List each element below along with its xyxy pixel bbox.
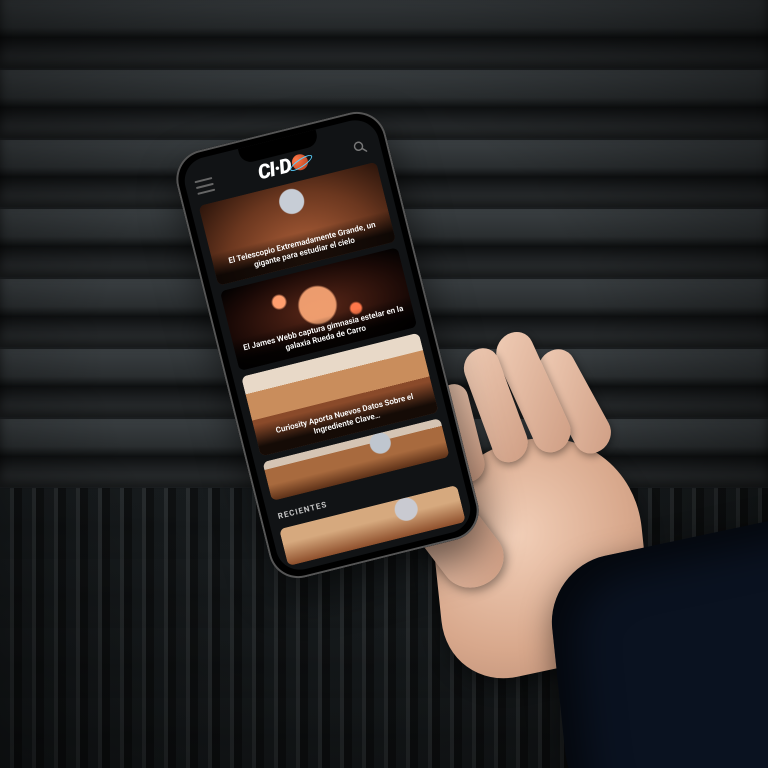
hamburger-menu-icon[interactable]: [194, 175, 216, 197]
scene-background: CI·D El Telescopio Extremadamente Grande…: [0, 0, 768, 768]
planet-icon: [290, 152, 309, 171]
search-icon[interactable]: [350, 136, 372, 158]
